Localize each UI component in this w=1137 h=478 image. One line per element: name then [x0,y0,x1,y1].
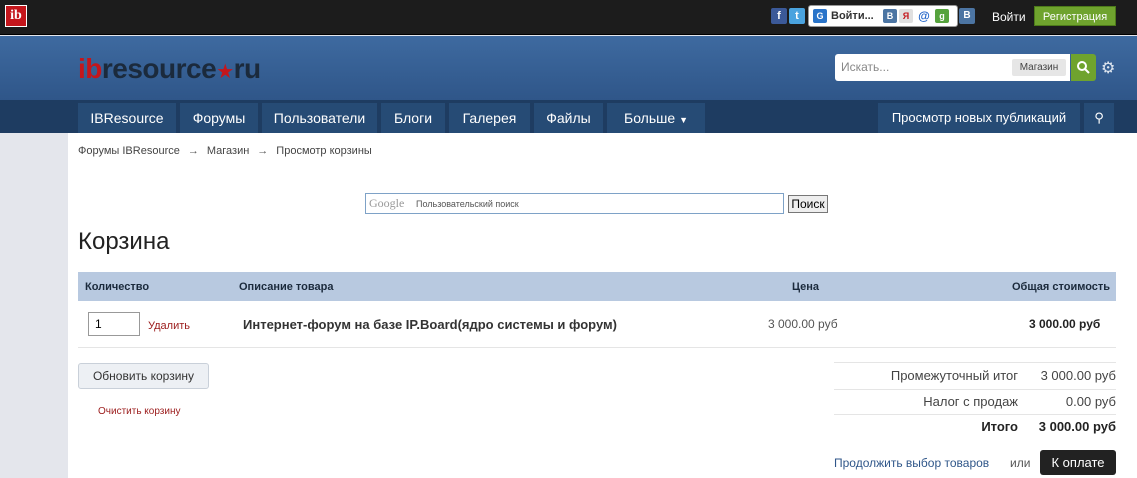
header-qty: Количество [85,281,150,293]
nav-item-gallery[interactable]: Галерея [449,103,530,133]
google-icon[interactable]: g [935,9,949,23]
search-icon [1077,61,1090,74]
total-row: Итого 3 000.00 руб [981,419,1116,434]
facebook-icon[interactable]: f [771,8,787,24]
nav-item-more[interactable]: Больше ▼ [607,103,705,133]
site-logo-icon[interactable]: ib [5,5,27,27]
social-login-label: Войти... [831,10,874,22]
register-button[interactable]: Регистрация [1034,6,1116,26]
tax-row: Налог с продаж 0.00 руб [923,394,1116,409]
quantity-input[interactable]: 1 [88,312,140,336]
nav-item-blogs[interactable]: Блоги [381,103,445,133]
map-pin-icon[interactable]: ⚲ [1084,103,1114,133]
page-title: Корзина [78,228,170,255]
nav-item-files[interactable]: Файлы [534,103,603,133]
breadcrumb-shop[interactable]: Магазин [207,145,249,157]
view-new-content-link[interactable]: Просмотр новых публикаций [878,103,1080,133]
remove-item-link[interactable]: Удалить [148,320,190,332]
gear-icon[interactable]: ⚙ [1101,58,1115,78]
twitter-icon[interactable]: t [789,8,805,24]
mail-ru-icon[interactable]: @ [917,9,931,23]
cart-table-header: Количество Описание товара Цена Общая ст… [78,272,1116,301]
google-search-input[interactable]: Google Пользовательский поиск [365,193,784,214]
star-icon: ★ [216,61,234,83]
sign-in-link[interactable]: Войти [992,10,1026,24]
brand-logo[interactable]: ibresource★ru [78,53,261,85]
openid-icon: G [813,9,827,23]
product-price: 3 000.00 руб [768,317,838,331]
header-total: Общая стоимость [1012,281,1111,293]
yandex-icon[interactable]: Я [899,9,913,23]
search-scope[interactable]: Магазин [1012,59,1066,76]
product-total: 3 000.00 руб [1029,317,1101,331]
social-login-box[interactable]: G Войти... B Я @ g [808,5,958,27]
continue-shopping-link[interactable]: Продолжить выбор товаров [834,456,989,470]
header-price: Цена [792,281,820,293]
search-button[interactable] [1071,54,1096,81]
nav-item-forums[interactable]: Форумы [180,103,258,133]
vk-share-icon[interactable]: B [959,8,975,24]
or-label: или [1010,456,1031,470]
chevron-down-icon: ▼ [679,115,688,125]
vk-icon[interactable]: B [883,9,897,23]
clear-cart-link[interactable]: Очистить корзину [98,406,181,417]
breadcrumb-forums[interactable]: Форумы IBResource [78,145,180,157]
product-name: Интернет-форум на базе IP.Board(ядро сис… [243,317,617,332]
nav-item-ibresource[interactable]: IBResource [78,103,176,133]
subtotal-row: Промежуточный итог 3 000.00 руб [890,368,1116,383]
breadcrumb: Форумы IBResource → Магазин → Просмотр корзи… [78,145,372,157]
header-description: Описание товара [239,281,334,293]
row-divider [78,347,1116,348]
checkout-button[interactable]: К оплате [1040,450,1116,475]
update-cart-button[interactable]: Обновить корзину [78,363,209,389]
google-logo: Google [369,196,405,210]
search-input[interactable]: Искать... Магазин [835,54,1070,81]
breadcrumb-current: Просмотр корзины [276,145,372,157]
nav-item-users[interactable]: Пользователи [262,103,377,133]
google-search-button[interactable]: Поиск [788,195,828,213]
